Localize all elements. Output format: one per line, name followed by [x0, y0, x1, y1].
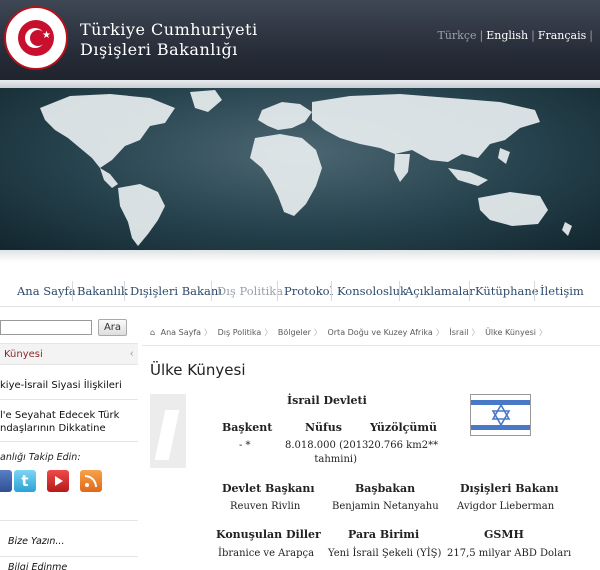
chevron-left-icon[interactable]: ‹: [130, 347, 134, 360]
sidebar-divider: [0, 556, 138, 557]
sidebar-divider: [0, 520, 138, 521]
country-name: İsrail Devleti: [287, 394, 367, 407]
nav-ana-sayfa[interactable]: Ana Sayfa: [17, 284, 76, 298]
lang-french[interactable]: Français: [538, 29, 586, 42]
sidebar-link-information-request[interactable]: Bilgi Edinme: [8, 562, 67, 570]
site-header: ★ Türkiye Cumhuriyeti Dışişleri Bakanlığ…: [0, 0, 600, 80]
nav-kutuphane[interactable]: Kütüphane: [475, 284, 539, 298]
capital-value: - *: [239, 440, 251, 451]
population-value-line1: 8.018.000 (2013: [285, 440, 369, 451]
nav-bakanlik[interactable]: Bakanlık: [77, 284, 128, 298]
sidebar-link-write-us[interactable]: Bize Yazın...: [8, 536, 64, 547]
sidebar-link-travel-advice[interactable]: l'e Seyahat Edecek Türk ndaşlarının Dikk…: [0, 409, 119, 435]
seal-center: ★: [18, 20, 54, 56]
breadcrumb-item[interactable]: Bölgeler: [278, 328, 311, 337]
nav-separator: [399, 281, 400, 301]
world-map-image: [40, 90, 572, 246]
breadcrumb-separator: 〉: [471, 328, 480, 337]
languages-label: Konuşulan Diller: [216, 528, 321, 541]
foreign-minister-label: Dışişleri Bakanı: [460, 482, 559, 495]
gdp-label: GSMH: [484, 528, 524, 541]
sidebar-section-title: Künyesi: [4, 349, 43, 360]
nav-separator: [534, 281, 535, 301]
sidebar-link-travel-line2: ndaşlarının Dikkatine: [0, 423, 106, 434]
nav-separator: [124, 281, 125, 301]
breadcrumb-item[interactable]: İsrail: [449, 328, 468, 337]
prime-minister-value: Benjamin Netanyahu: [332, 501, 439, 512]
nav-protokol[interactable]: Protokol: [284, 284, 333, 298]
currency-value: Yeni İsrail Şekeli (YİŞ): [328, 548, 442, 559]
lang-english[interactable]: English: [486, 29, 528, 42]
header-divider: [0, 80, 600, 88]
twitter-icon[interactable]: t: [14, 470, 36, 492]
follow-us-label: anlığı Takip Edin:: [0, 452, 81, 463]
facebook-icon[interactable]: [0, 470, 12, 492]
languages-value: İbranice ve Arapça: [218, 548, 315, 559]
nav-separator: [211, 281, 212, 301]
head-of-state-value: Reuven Rivlin: [230, 501, 301, 512]
population-value: 8.018.000 (2013 tahmini): [285, 439, 368, 467]
world-map-banner: [0, 88, 600, 250]
search-input[interactable]: [0, 320, 92, 335]
nav-separator: [469, 281, 470, 301]
capital-label: Başkent: [222, 421, 273, 434]
main-navigation: Ana Sayfa Bakanlık Dışişleri Bakanı Dış …: [0, 280, 600, 302]
site-title-line2[interactable]: Dışişleri Bakanlığı: [80, 40, 238, 59]
population-value-line2: tahmini): [314, 454, 358, 465]
breadcrumb-separator: 〉: [264, 328, 273, 337]
foreign-minister-value: Avigdor Lieberman: [457, 501, 555, 512]
nav-separator: [277, 281, 278, 301]
left-sidebar: Ara Künyesi ‹: [0, 316, 138, 570]
play-icon: [55, 476, 63, 486]
nav-iletisim[interactable]: İletişim: [540, 284, 584, 298]
area-label: Yüzölçümü: [370, 421, 437, 434]
nav-separator: [331, 281, 332, 301]
breadcrumb-separator: 〉: [204, 328, 213, 337]
nav-disisleri-bakani[interactable]: Dışişleri Bakanı: [130, 284, 222, 298]
sidebar-link-travel-line1: l'e Seyahat Edecek Türk: [0, 410, 120, 421]
lang-separator: |: [479, 29, 484, 42]
breadcrumb-divider: [142, 345, 600, 346]
israel-flag-image: [470, 394, 531, 436]
star-icon: ★: [42, 30, 51, 41]
breadcrumb-item[interactable]: Orta Doğu ve Kuzey Afrika: [327, 328, 432, 337]
breadcrumb-item[interactable]: Ana Sayfa: [161, 328, 201, 337]
nav-dis-politika[interactable]: Dış Politika: [217, 284, 283, 298]
rss-icon[interactable]: [80, 470, 102, 492]
head-of-state-label: Devlet Başkanı: [222, 482, 315, 495]
nav-separator: [72, 281, 73, 301]
sidebar-section-header[interactable]: Künyesi ‹: [0, 343, 138, 365]
sidebar-divider: [0, 441, 138, 442]
ministry-seal-logo[interactable]: ★: [4, 6, 68, 70]
site-title-line1[interactable]: Türkiye Cumhuriyeti: [80, 20, 258, 39]
sidebar-link-political-relations[interactable]: kiye-İsrail Siyasi İlişkileri: [0, 379, 122, 392]
lang-separator: |: [531, 29, 535, 42]
prime-minister-label: Başbakan: [355, 482, 416, 495]
star-of-david-icon: [491, 404, 511, 426]
breadcrumb-separator: 〉: [435, 328, 444, 337]
home-icon[interactable]: ⌂: [150, 328, 155, 337]
language-switcher: Türkçe | English | Français |: [437, 29, 596, 42]
gdp-value: 217,5 milyar ABD Doları: [447, 548, 572, 559]
nav-konsolosluk[interactable]: Konsolosluk: [337, 284, 407, 298]
breadcrumb-separator: 〉: [539, 328, 548, 337]
banner-divider: [0, 250, 600, 262]
lang-turkish[interactable]: Türkçe: [437, 29, 476, 42]
currency-label: Para Birimi: [348, 528, 420, 541]
youtube-icon[interactable]: [47, 470, 69, 492]
population-label: Nüfus: [305, 421, 342, 434]
search-button[interactable]: Ara: [98, 319, 127, 336]
page-title: Ülke Künyesi: [150, 361, 246, 379]
breadcrumb-current: Ülke Künyesi: [485, 328, 537, 337]
breadcrumb: ⌂ Ana Sayfa 〉 Dış Politika 〉 Bölgeler 〉 Ort…: [150, 327, 550, 338]
nav-aciklamalar[interactable]: Açıklamalar: [405, 284, 475, 298]
lang-separator: |: [589, 29, 593, 42]
breadcrumb-item[interactable]: Dış Politika: [218, 328, 262, 337]
sidebar-divider: [0, 399, 138, 400]
breadcrumb-separator: 〉: [313, 328, 322, 337]
nav-divider: [0, 306, 600, 307]
rss-arc: [85, 475, 97, 487]
area-value: 20.766 km2**: [368, 440, 439, 451]
